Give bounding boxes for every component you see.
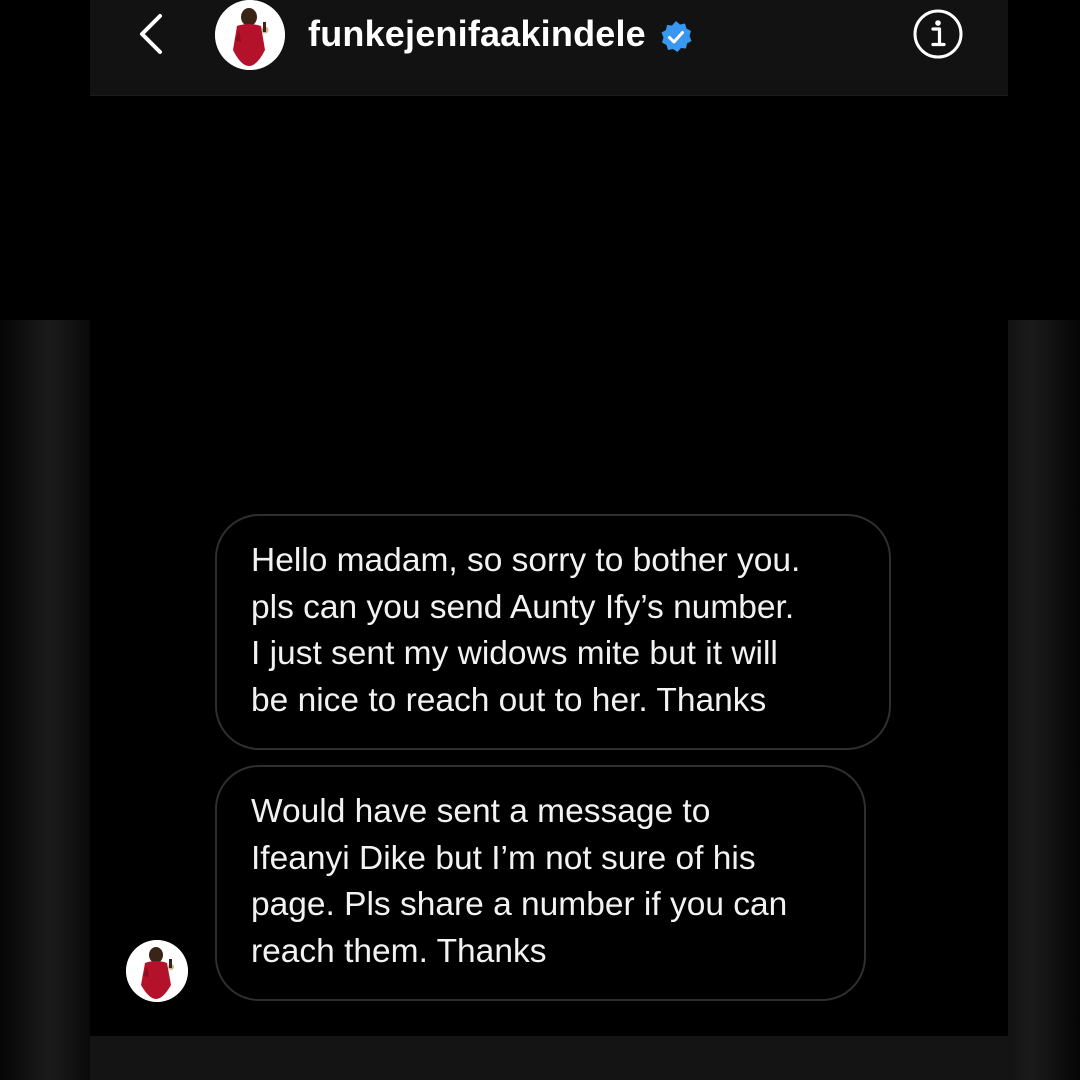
composer-bar[interactable]	[90, 1036, 1008, 1080]
chat-username[interactable]: funkejenifaakindele	[308, 13, 646, 55]
info-button[interactable]	[912, 8, 964, 60]
left-edge-shadow	[0, 320, 90, 1080]
screenshot-frame: funkejenifaakindele Hello madam, so sorr…	[0, 0, 1080, 1080]
profile-photo	[126, 940, 188, 1002]
profile-photo	[215, 0, 285, 70]
conversation-header: funkejenifaakindele	[90, 0, 1008, 96]
dm-screen: funkejenifaakindele Hello madam, so sorr…	[90, 0, 1008, 1080]
message-bubble[interactable]: Would have sent a message to Ifeanyi Dik…	[215, 765, 866, 1001]
back-button[interactable]	[130, 8, 174, 60]
info-icon	[913, 9, 963, 59]
message-bubble[interactable]: Hello madam, so sorry to bother you. pls…	[215, 514, 891, 750]
sender-avatar[interactable]	[126, 940, 188, 1002]
header-avatar[interactable]	[215, 0, 285, 70]
verified-badge-icon	[659, 20, 693, 54]
chevron-left-icon	[140, 14, 162, 54]
message-list: Hello madam, so sorry to bother you. pls…	[90, 96, 1008, 1036]
